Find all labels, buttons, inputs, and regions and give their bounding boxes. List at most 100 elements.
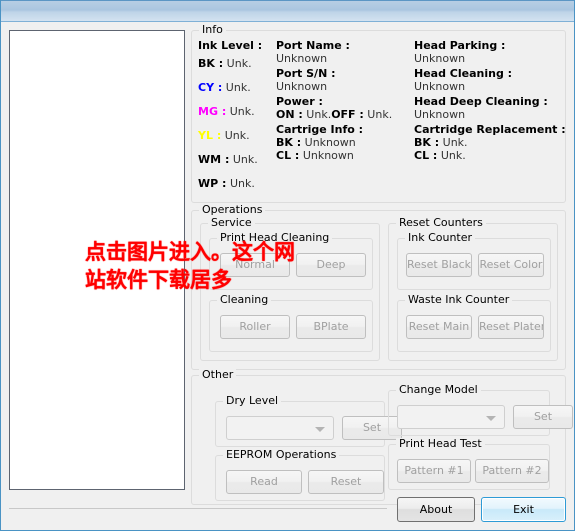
ink-tag-yl: YL — [198, 129, 213, 142]
reset-platen-button[interactable]: Reset Platen — [478, 315, 544, 339]
exit-button[interactable]: Exit — [481, 497, 566, 522]
printer-service-tool-window: Info Ink Level : BK : Unk. CY : Unk. MG … — [0, 0, 575, 531]
eeprom-read-button[interactable]: Read — [226, 470, 302, 494]
ink-sep-cy: : — [217, 81, 223, 94]
ink-level-header: Ink Level : — [198, 39, 263, 52]
ink-row-wp: WP : Unk. — [198, 172, 284, 196]
pattern-1-button[interactable]: Pattern #1 — [397, 459, 471, 483]
operations-group-label: Operations — [199, 204, 266, 216]
about-button[interactable]: About — [397, 497, 475, 522]
other-left-container: Dry Level Set EEPROM Operations Read Res… — [200, 386, 402, 501]
port-name-value: Unknown — [276, 52, 328, 65]
port-sn-header: Port S/N : — [276, 67, 336, 80]
ink-row-yl: YL : Unk. — [198, 124, 284, 148]
other-group: Other Dry Level Set EEPROM Operations Re… — [191, 369, 573, 505]
other-group-label: Other — [199, 369, 237, 381]
operations-group: Operations Service Print Head Cleaning N… — [191, 204, 566, 370]
footer-divider — [9, 508, 387, 509]
ink-value-cy: Unk. — [225, 81, 251, 94]
power-on-value: Unk. — [306, 108, 332, 121]
window-title-bar — [1, 0, 574, 22]
change-model-set-button[interactable]: Set — [513, 405, 573, 429]
deep-clean-button[interactable]: Deep — [296, 253, 366, 277]
eeprom-operations-group: EEPROM Operations Read Reset — [215, 449, 385, 501]
bplate-clean-button[interactable]: BPlate — [296, 315, 366, 339]
cartridge-replacement-bk-row: BK : Unk. — [414, 136, 564, 149]
chevron-down-icon — [486, 416, 496, 421]
print-head-test-label: Print Head Test — [396, 438, 485, 450]
reset-main-button[interactable]: Reset Main — [406, 315, 472, 339]
head-cleaning-header: Head Cleaning : — [414, 67, 513, 80]
head-cleaning-value: Unknown — [414, 80, 466, 93]
eeprom-operations-label: EEPROM Operations — [223, 449, 340, 461]
reset-color-button[interactable]: Reset Color — [478, 253, 544, 277]
cartridge-replacement-bk-value: Unk. — [442, 136, 468, 149]
service-group-label: Service — [208, 217, 255, 229]
port-name-header: Port Name : — [276, 39, 350, 52]
waste-ink-counter-group: Waste Ink Counter Reset Main Reset Plate… — [397, 294, 551, 352]
dry-level-group: Dry Level Set — [215, 395, 402, 447]
cartrige-bk-row: BK : Unknown — [276, 136, 416, 149]
ink-sep-yl: : — [216, 129, 222, 142]
power-on-label: ON : — [276, 108, 303, 121]
ink-level-column: Ink Level : BK : Unk. CY : Unk. MG : Unk… — [198, 39, 284, 196]
ink-value-wm: Unk. — [232, 153, 258, 166]
port-sn-value: Unknown — [276, 80, 328, 93]
print-head-test-group: Print Head Test Pattern #1 Pattern #2 — [388, 438, 550, 490]
ink-value-yl: Unk. — [224, 129, 250, 142]
service-group: Service Print Head Cleaning Normal Deep … — [200, 217, 380, 361]
ink-sep-bk: : — [218, 57, 224, 70]
ink-row-cy: CY : Unk. — [198, 76, 284, 100]
cleaning-label: Cleaning — [217, 294, 272, 306]
head-deep-cleaning-header: Head Deep Cleaning : — [414, 95, 548, 108]
info-group-label: Info — [199, 24, 226, 36]
ink-tag-wm: WM — [198, 153, 222, 166]
dry-level-select[interactable] — [226, 416, 334, 440]
ink-sep-mg: : — [221, 105, 227, 118]
cartridge-replacement-bk-label: BK : — [414, 136, 440, 149]
head-parking-value: Unknown — [414, 52, 466, 65]
ink-value-mg: Unk. — [229, 105, 255, 118]
roller-clean-button[interactable]: Roller — [220, 315, 290, 339]
ink-tag-bk: BK — [198, 57, 215, 70]
ink-row-mg: MG : Unk. — [198, 100, 284, 124]
cartridge-replacement-cl-label: CL : — [414, 149, 438, 162]
info-group: Info Ink Level : BK : Unk. CY : Unk. MG … — [191, 24, 566, 203]
cartrige-cl-label: CL : — [276, 149, 300, 162]
ink-tag-cy: CY — [198, 81, 215, 94]
eeprom-reset-button[interactable]: Reset — [308, 470, 384, 494]
image-preview-panel[interactable] — [9, 30, 185, 490]
ink-sep-wm: : — [224, 153, 230, 166]
cartrige-info-header: Cartrige Info : — [276, 123, 364, 136]
reset-black-button[interactable]: Reset Black — [406, 253, 472, 277]
cartridge-replacement-cl-value: Unk. — [440, 149, 466, 162]
change-model-select[interactable] — [397, 405, 505, 429]
pattern-2-button[interactable]: Pattern #2 — [475, 459, 549, 483]
ink-row-bk: BK : Unk. — [198, 52, 284, 76]
ink-value-wp: Unk. — [229, 177, 255, 190]
normal-clean-button[interactable]: Normal — [220, 253, 290, 277]
power-row: ON : Unk.OFF : Unk. — [276, 108, 416, 121]
cleaning-group: Cleaning Roller BPlate — [209, 294, 373, 352]
ink-counter-label: Ink Counter — [405, 232, 476, 244]
dry-level-label: Dry Level — [223, 395, 282, 407]
cartrige-cl-value: Unknown — [302, 149, 354, 162]
cartrige-bk-label: BK : — [276, 136, 302, 149]
head-parking-header: Head Parking : — [414, 39, 506, 52]
port-power-column: Port Name : Unknown Port S/N : Unknown P… — [276, 39, 416, 162]
change-model-label: Change Model — [396, 384, 481, 396]
cartridge-replacement-header: Cartridge Replacement : — [414, 123, 566, 136]
cartridge-replacement-cl-row: CL : Unk. — [414, 149, 564, 162]
print-head-cleaning-group: Print Head Cleaning Normal Deep — [209, 232, 373, 290]
ink-row-wm: WM : Unk. — [198, 148, 284, 172]
ink-value-bk: Unk. — [226, 57, 252, 70]
print-head-cleaning-label: Print Head Cleaning — [217, 232, 333, 244]
change-model-group: Change Model Set — [388, 384, 573, 436]
window-client-area: Info Ink Level : BK : Unk. CY : Unk. MG … — [1, 22, 574, 529]
ink-counter-group: Ink Counter Reset Black Reset Color — [397, 232, 551, 290]
power-header: Power : — [276, 95, 323, 108]
power-off-value: Unk. — [367, 108, 393, 121]
head-status-column: Head Parking : Unknown Head Cleaning : U… — [414, 39, 566, 162]
ink-sep-wp: : — [222, 177, 227, 190]
power-off-label: OFF : — [331, 108, 364, 121]
